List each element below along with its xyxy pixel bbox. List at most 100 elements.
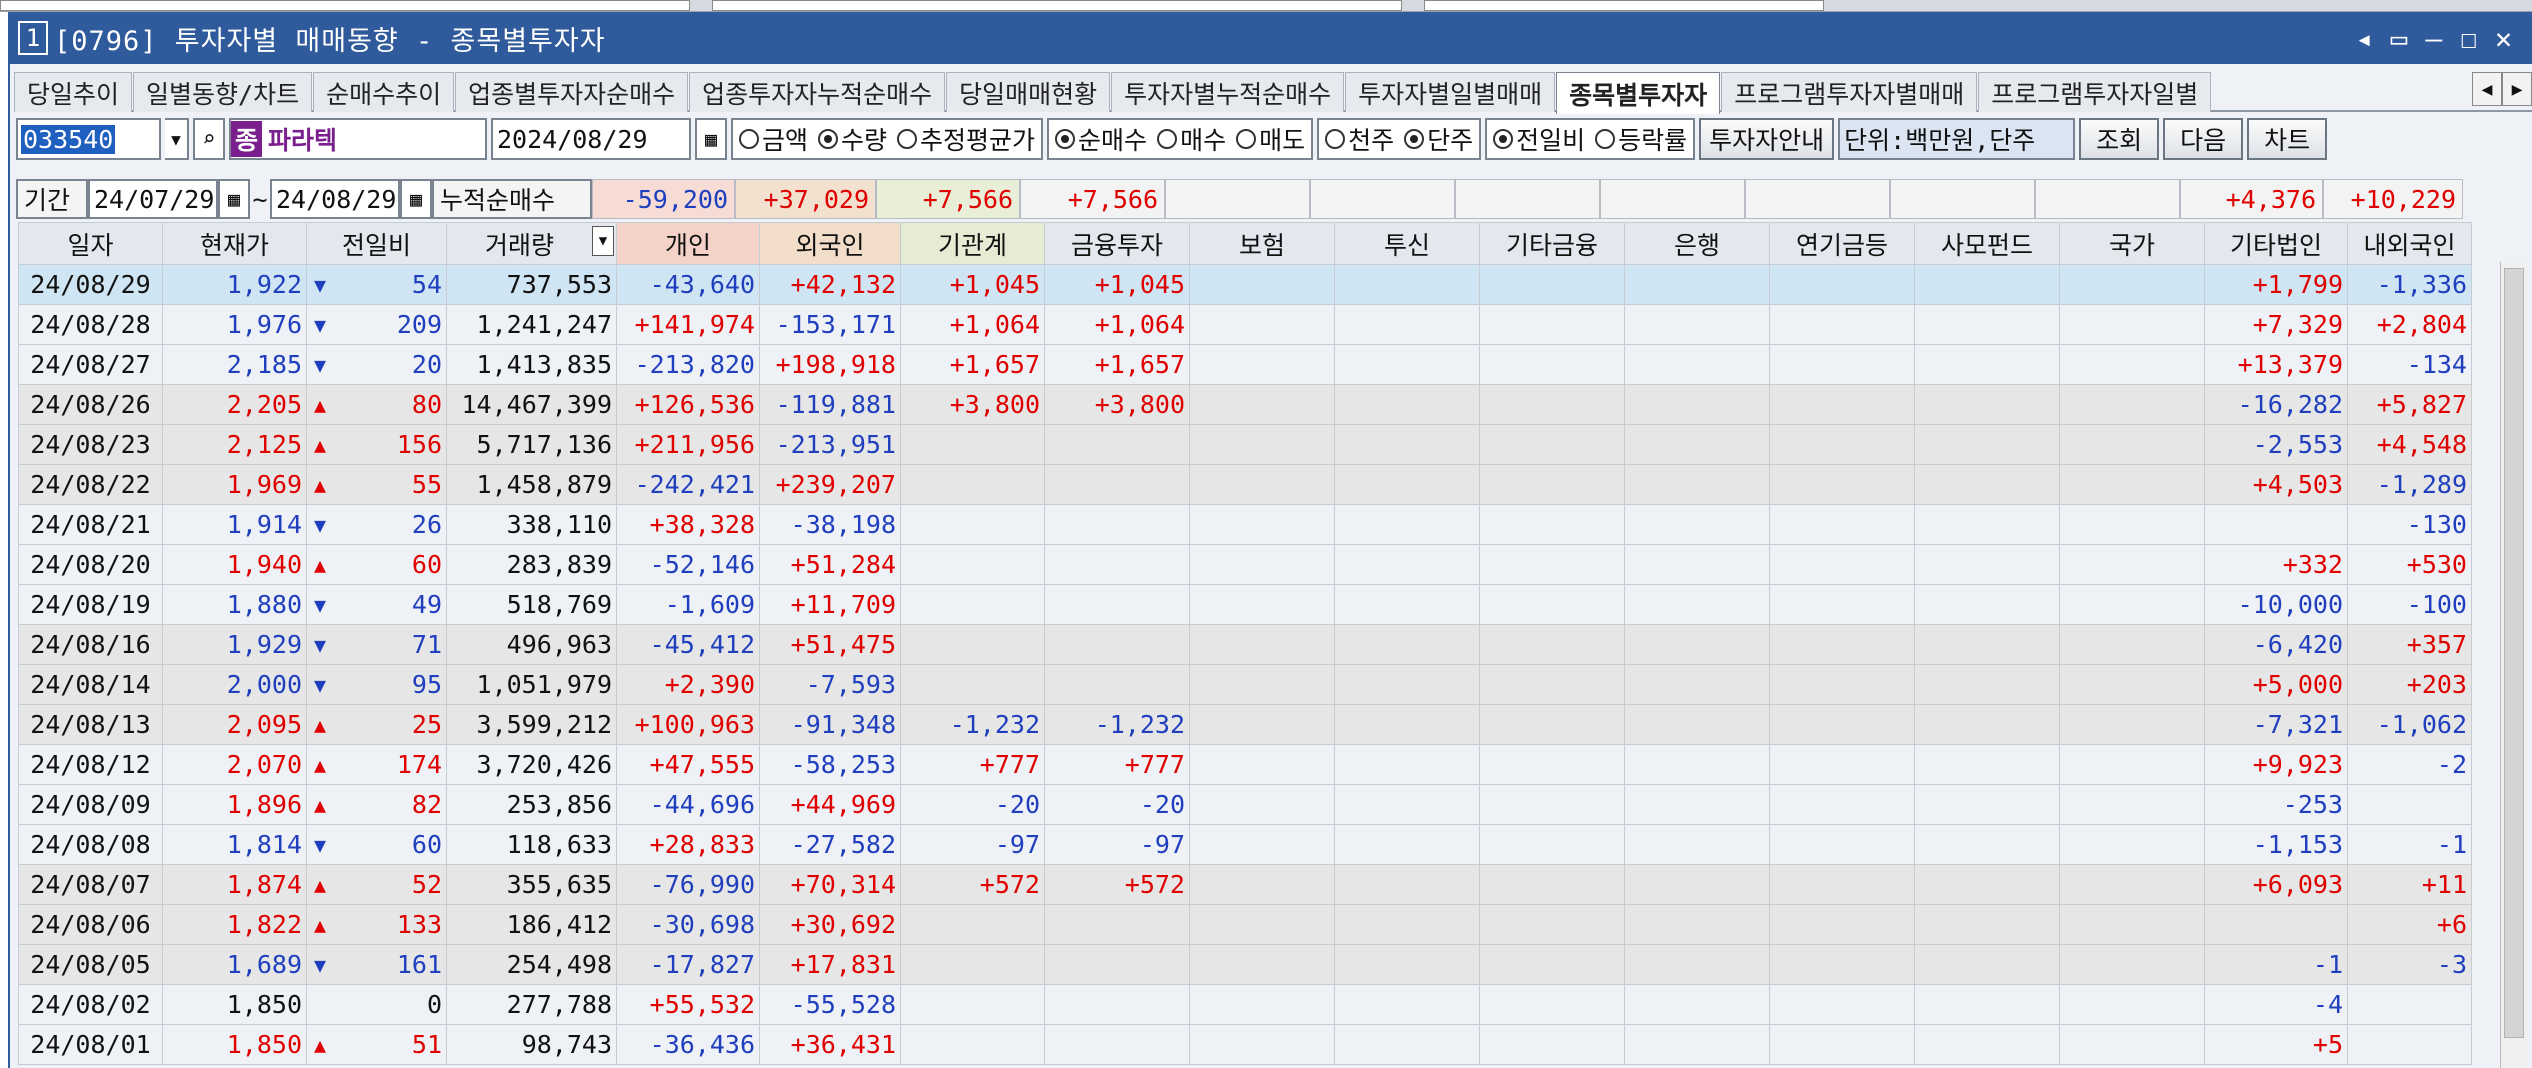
cell-other-corp: -7,321 bbox=[2204, 704, 2348, 745]
prev-window-icon[interactable]: ◂ bbox=[2356, 22, 2373, 55]
cell-trust bbox=[1334, 344, 1480, 385]
table-row[interactable]: 24/08/29 1,922 ▼ 54 737,553 -43,640 +42,132 +1,… bbox=[18, 264, 2472, 305]
col-header-price[interactable]: 현재가 bbox=[162, 222, 307, 265]
calendar-icon[interactable]: ▦ bbox=[400, 179, 432, 219]
search-icon[interactable]: ⌕ bbox=[193, 118, 225, 160]
col-header-financial[interactable]: 금융투자 bbox=[1044, 222, 1190, 265]
tab-5[interactable]: 당일매매현황 bbox=[946, 72, 1111, 112]
table-row[interactable]: 24/08/19 1,880 ▼ 49 518,769 -1,609 +11,709 -10,… bbox=[18, 584, 2472, 625]
cell-trust bbox=[1334, 704, 1480, 745]
tab-1[interactable]: 일별동향/차트 bbox=[133, 72, 313, 112]
tab-6[interactable]: 투자자별누적순매수 bbox=[1111, 72, 1345, 112]
cell-pension bbox=[1769, 664, 1915, 705]
col-header-volume[interactable]: 거래량 ▼ bbox=[446, 222, 617, 265]
table-row[interactable]: 24/08/05 1,689 ▼ 161 254,498 -17,827 +17,831 -1… bbox=[18, 944, 2472, 985]
col-header-foreign[interactable]: 외국인 bbox=[759, 222, 901, 265]
table-row[interactable]: 24/08/27 2,185 ▼ 20 1,413,835 -213,820 +198,91… bbox=[18, 344, 2472, 385]
top-strip bbox=[0, 0, 2532, 12]
table-row[interactable]: 24/08/21 1,914 ▼ 26 338,110 +38,328 -38,198 -13… bbox=[18, 504, 2472, 545]
radio-prev-day[interactable]: 전일비 bbox=[1493, 121, 1585, 157]
chart-button[interactable]: 차트 bbox=[2247, 118, 2328, 160]
cell-nation bbox=[2059, 384, 2205, 425]
radio-quantity[interactable]: 수량 bbox=[818, 121, 887, 157]
vertical-scrollbar[interactable] bbox=[2500, 262, 2528, 1068]
chevron-down-icon[interactable]: ▼ bbox=[165, 118, 189, 160]
tab-7[interactable]: 투자자별일별매매 bbox=[1345, 72, 1556, 112]
stock-code-input[interactable]: 033540 bbox=[16, 118, 161, 160]
investor-guide-button[interactable]: 투자자안내 bbox=[1699, 118, 1835, 160]
radio-buy[interactable]: 매수 bbox=[1157, 121, 1226, 157]
cell-nation bbox=[2059, 744, 2205, 785]
table-row[interactable]: 24/08/23 2,125 ▲ 156 5,717,136 +211,956 -213,9… bbox=[18, 424, 2472, 465]
col-header-individual[interactable]: 개인 bbox=[616, 222, 760, 265]
close-icon[interactable]: ✕ bbox=[2495, 22, 2512, 55]
up-arrow-icon: ▲ bbox=[313, 552, 327, 577]
col-header-insurance[interactable]: 보험 bbox=[1189, 222, 1335, 265]
table-row[interactable]: 24/08/14 2,000 ▼ 95 1,051,979 +2,390 -7,593 +5,… bbox=[18, 664, 2472, 705]
table-row[interactable]: 24/08/20 1,940 ▲ 60 283,839 -52,146 +51,284 +33… bbox=[18, 544, 2472, 585]
tab-scroll-right-icon[interactable]: ▶ bbox=[2502, 72, 2532, 106]
table-row[interactable]: 24/08/02 1,850 0 277,788 +55,532 -55,528 -4 bbox=[18, 984, 2472, 1025]
down-arrow-icon: ▼ bbox=[313, 672, 327, 697]
query-button[interactable]: 조회 bbox=[2079, 118, 2160, 160]
col-header-domestic-foreign[interactable]: 내외국인 bbox=[2347, 222, 2472, 265]
maximize-icon[interactable]: ☐ bbox=[2460, 22, 2477, 55]
col-header-pension[interactable]: 연기금등 bbox=[1769, 222, 1915, 265]
tab-3[interactable]: 업종별투자자순매수 bbox=[455, 72, 689, 112]
col-header-institution[interactable]: 기관계 bbox=[900, 222, 1045, 265]
col-header-date[interactable]: 일자 bbox=[18, 222, 163, 265]
period-to-input[interactable]: 24/08/29 bbox=[270, 179, 400, 219]
tab-scroll-left-icon[interactable]: ◀ bbox=[2472, 72, 2502, 106]
radio-single-shares[interactable]: 단주 bbox=[1404, 121, 1473, 157]
tab-4[interactable]: 업종투자자누적순매수 bbox=[689, 72, 946, 112]
radio-amount[interactable]: 금액 bbox=[739, 121, 808, 157]
cell-trust bbox=[1334, 824, 1480, 865]
tab-8[interactable]: 종목별투자자 bbox=[1556, 72, 1721, 114]
table-row[interactable]: 24/08/22 1,969 ▲ 55 1,458,879 -242,421 +239,20… bbox=[18, 464, 2472, 505]
table-row[interactable]: 24/08/07 1,874 ▲ 52 355,635 -76,990 +70,314 +57… bbox=[18, 864, 2472, 905]
table-row[interactable]: 24/08/09 1,896 ▲ 82 253,856 -44,696 +44,969 -20… bbox=[18, 784, 2472, 825]
table-row[interactable]: 24/08/26 2,205 ▲ 80 14,467,399 +126,536 -119,8… bbox=[18, 384, 2472, 425]
table-row[interactable]: 24/08/28 1,976 ▼ 209 1,241,247 +141,974 -153,1… bbox=[18, 304, 2472, 345]
radio-net-buy[interactable]: 순매수 bbox=[1055, 121, 1147, 157]
stock-name-field[interactable]: 종 파라텍 bbox=[229, 118, 487, 160]
scrollbar-thumb[interactable] bbox=[2504, 268, 2524, 1038]
table-row[interactable]: 24/08/12 2,070 ▲ 174 3,720,426 +47,555 -58,253… bbox=[18, 744, 2472, 785]
tab-0[interactable]: 당일추이 bbox=[14, 72, 133, 112]
date-input[interactable]: 2024/08/29 bbox=[491, 118, 691, 160]
radio-thousand-shares[interactable]: 천주 bbox=[1325, 121, 1394, 157]
radio-sell[interactable]: 매도 bbox=[1236, 121, 1305, 157]
col-header-nation[interactable]: 국가 bbox=[2059, 222, 2205, 265]
cell-bank bbox=[1624, 424, 1770, 465]
sort-dropdown-icon[interactable]: ▼ bbox=[592, 225, 614, 256]
cell-date: 24/08/05 bbox=[18, 944, 163, 985]
table-row[interactable]: 24/08/01 1,850 ▲ 51 98,743 -36,436 +36,431 +5 bbox=[18, 1024, 2472, 1065]
radio-change-rate[interactable]: 등락률 bbox=[1595, 121, 1687, 157]
table-row[interactable]: 24/08/06 1,822 ▲ 133 186,412 -30,698 +30,692 +6 bbox=[18, 904, 2472, 945]
period-tilde: ~ bbox=[252, 184, 268, 214]
tab-10[interactable]: 프로그램투자자일별 bbox=[1978, 72, 2212, 112]
date-value: 2024/08/29 bbox=[497, 124, 648, 154]
calendar-icon[interactable]: ▦ bbox=[218, 179, 250, 219]
table-row[interactable]: 24/08/16 1,929 ▼ 71 496,963 -45,412 +51,475 -6,… bbox=[18, 624, 2472, 665]
tab-9[interactable]: 프로그램투자자별매매 bbox=[1721, 72, 1978, 112]
col-header-change[interactable]: 전일비 bbox=[306, 222, 447, 265]
cell-domestic-foreign: -1 bbox=[2347, 824, 2472, 865]
radio-estimated-avg[interactable]: 추정평균가 bbox=[897, 121, 1035, 157]
col-header-other-corp[interactable]: 기타법인 bbox=[2204, 222, 2348, 265]
next-button[interactable]: 다음 bbox=[2163, 118, 2244, 160]
col-header-bank[interactable]: 은행 bbox=[1624, 222, 1770, 265]
col-header-trust[interactable]: 투신 bbox=[1334, 222, 1480, 265]
radio-label: 매수 bbox=[1180, 126, 1227, 155]
restore-icon[interactable]: ▭ bbox=[2391, 22, 2408, 55]
sum-individual: -59,200 bbox=[592, 179, 735, 219]
cell-foreign: +36,431 bbox=[759, 1024, 901, 1065]
minimize-icon[interactable]: — bbox=[2425, 22, 2442, 55]
table-row[interactable]: 24/08/08 1,814 ▼ 60 118,633 +28,833 -27,582 -97… bbox=[18, 824, 2472, 865]
period-from-input[interactable]: 24/07/29 bbox=[88, 179, 218, 219]
tab-2[interactable]: 순매수추이 bbox=[313, 72, 455, 112]
col-header-private-fund[interactable]: 사모펀드 bbox=[1914, 222, 2060, 265]
table-row[interactable]: 24/08/13 2,095 ▲ 25 3,599,212 +100,963 -91,348… bbox=[18, 704, 2472, 745]
col-header-other-financial[interactable]: 기타금융 bbox=[1479, 222, 1625, 265]
calendar-icon[interactable]: ▦ bbox=[695, 118, 727, 160]
